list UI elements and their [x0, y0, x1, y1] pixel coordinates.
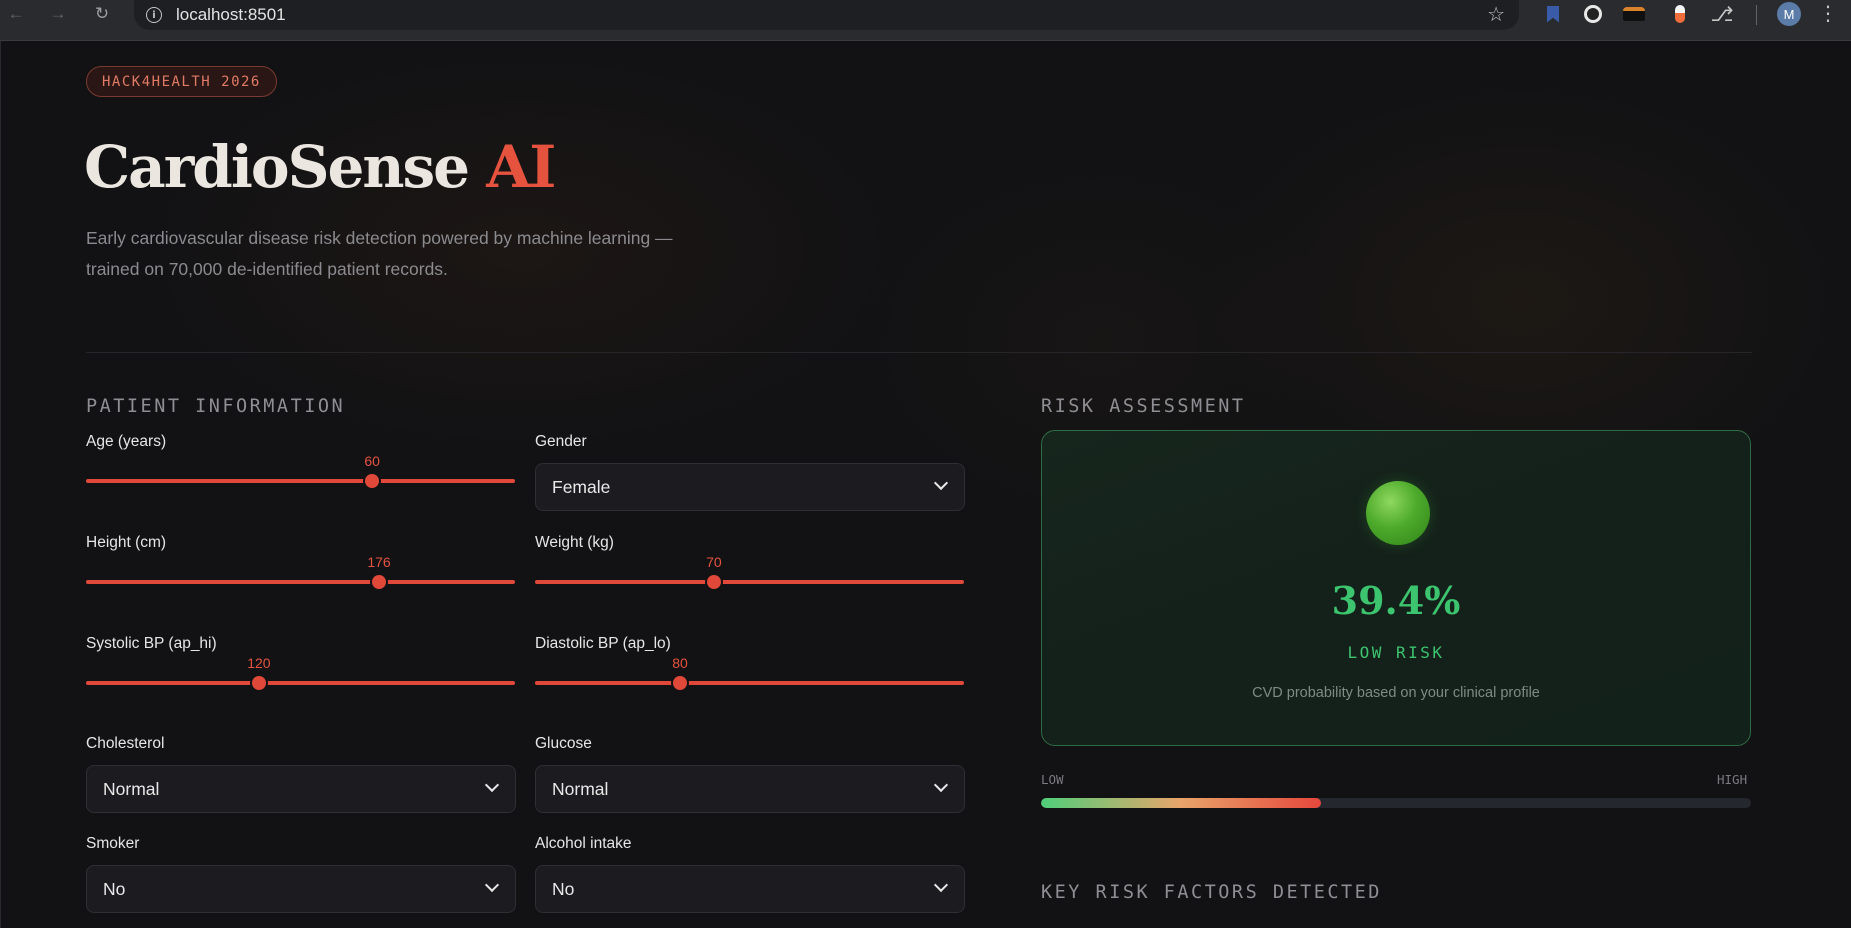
- weight-value: 70: [706, 554, 722, 570]
- weight-label: Weight (kg): [535, 534, 614, 551]
- height-slider-thumb[interactable]: [372, 575, 386, 589]
- alcohol-selected-value: No: [552, 878, 575, 899]
- extensions-puzzle-icon[interactable]: ⎇: [1710, 2, 1734, 26]
- reload-icon[interactable]: ↻: [88, 0, 116, 28]
- chevron-down-icon: [484, 777, 500, 793]
- page-title: CardioSense AI: [84, 133, 556, 201]
- chevron-down-icon: [484, 877, 500, 893]
- profile-avatar[interactable]: M: [1777, 2, 1801, 26]
- diastolic-slider-track[interactable]: [535, 681, 964, 685]
- age-label: Age (years): [86, 433, 167, 450]
- app-canvas: HACK4HEALTH 2026 CardioSense AI Early ca…: [0, 41, 1851, 928]
- age-slider-track[interactable]: [86, 479, 515, 483]
- subtitle-line-2: trained on 70,000 de-identified patient …: [86, 259, 448, 279]
- risk-level-label: LOW RISK: [1347, 643, 1445, 662]
- systolic-label: Systolic BP (ap_hi): [86, 635, 217, 652]
- risk-gauge-fill: [1041, 798, 1321, 808]
- gauge-low-label: LOW: [1041, 772, 1064, 787]
- back-arrow-icon[interactable]: ←: [2, 0, 30, 28]
- header-divider: [86, 352, 1752, 353]
- diastolic-slider[interactable]: 80: [535, 655, 964, 690]
- bookmark-extension-icon[interactable]: [1541, 2, 1565, 26]
- bookmark-star-icon[interactable]: ☆: [1487, 2, 1505, 27]
- gauge-high-label: HIGH: [1717, 772, 1748, 787]
- patient-information-heading: PATIENT INFORMATION: [86, 396, 346, 417]
- smoker-select[interactable]: No: [86, 865, 516, 913]
- hat-extension-icon[interactable]: [1622, 2, 1646, 26]
- capsule-extension-icon[interactable]: [1668, 2, 1692, 26]
- glucose-select[interactable]: Normal: [535, 765, 965, 813]
- address-bar[interactable]: i localhost:8501 ☆: [134, 0, 1519, 30]
- weight-slider-thumb[interactable]: [706, 575, 721, 589]
- systolic-slider-track[interactable]: [86, 681, 515, 685]
- chevron-down-icon: [933, 877, 949, 893]
- height-slider-track[interactable]: [86, 580, 515, 584]
- alcohol-select[interactable]: No: [535, 865, 965, 913]
- smoker-selected-value: No: [103, 878, 126, 899]
- key-risk-factors-heading: KEY RISK FACTORS DETECTED: [1041, 882, 1382, 903]
- cholesterol-select[interactable]: Normal: [86, 765, 516, 813]
- height-value: 176: [367, 554, 391, 570]
- url-text[interactable]: localhost:8501: [176, 5, 286, 25]
- systolic-slider[interactable]: 120: [86, 655, 515, 690]
- chevron-down-icon: [933, 475, 949, 491]
- smoker-label: Smoker: [86, 835, 140, 852]
- risk-assessment-heading: RISK ASSESSMENT: [1041, 396, 1246, 417]
- risk-result-card: 39.4% LOW RISK CVD probability based on …: [1041, 430, 1751, 746]
- title-main: CardioSense: [84, 133, 470, 201]
- hex-extension-icon[interactable]: [1581, 2, 1605, 26]
- browser-toolbar: ← → ↻ i localhost:8501 ☆ ⎇ M ⋮: [0, 0, 1851, 41]
- age-value: 60: [364, 453, 380, 469]
- systolic-slider-thumb[interactable]: [251, 676, 266, 690]
- cholesterol-selected-value: Normal: [103, 778, 160, 799]
- title-accent: AI: [486, 133, 556, 201]
- height-slider[interactable]: 176: [86, 554, 515, 589]
- subtitle-line-1: Early cardiovascular disease risk detect…: [86, 228, 673, 248]
- age-slider[interactable]: 60: [86, 453, 515, 488]
- diastolic-label: Diastolic BP (ap_lo): [535, 635, 671, 652]
- weight-slider[interactable]: 70: [535, 554, 964, 589]
- systolic-value: 120: [247, 655, 271, 671]
- height-label: Height (cm): [86, 534, 167, 551]
- gender-label: Gender: [535, 433, 587, 450]
- weight-slider-track[interactable]: [535, 580, 964, 584]
- risk-status-orb-icon: [1366, 481, 1430, 545]
- page-subtitle: Early cardiovascular disease risk detect…: [86, 223, 726, 285]
- diastolic-value: 80: [672, 655, 688, 671]
- site-info-icon[interactable]: i: [146, 7, 162, 23]
- glucose-selected-value: Normal: [552, 778, 609, 799]
- event-badge: HACK4HEALTH 2026: [86, 66, 277, 97]
- risk-percentage: 39.4%: [1331, 578, 1461, 623]
- toolbar-divider: [1756, 5, 1757, 25]
- chevron-down-icon: [933, 777, 949, 793]
- age-slider-thumb[interactable]: [365, 474, 380, 488]
- gender-selected-value: Female: [552, 476, 611, 497]
- glucose-label: Glucose: [535, 735, 592, 752]
- cholesterol-label: Cholesterol: [86, 735, 165, 752]
- risk-description: CVD probability based on your clinical p…: [1252, 685, 1540, 701]
- diastolic-slider-thumb[interactable]: [673, 676, 687, 690]
- forward-arrow-icon[interactable]: →: [44, 0, 72, 28]
- risk-gauge-bar: [1041, 798, 1751, 808]
- gender-select[interactable]: Female: [535, 463, 965, 511]
- alcohol-label: Alcohol intake: [535, 835, 632, 852]
- browser-menu-icon[interactable]: ⋮: [1818, 1, 1838, 26]
